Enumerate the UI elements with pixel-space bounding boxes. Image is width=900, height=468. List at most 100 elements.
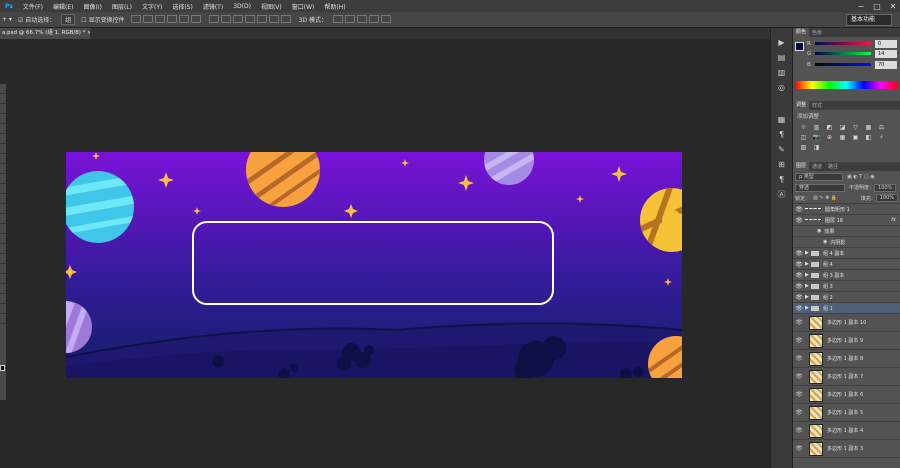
close-button[interactable]: ✕ <box>888 2 898 11</box>
tab-adjustments[interactable]: 调整 <box>793 101 810 110</box>
vibrance-icon[interactable]: ▽ <box>851 124 860 132</box>
visibility-eye-icon[interactable]: 👁 <box>793 305 805 312</box>
group-row[interactable]: 👁 ▶ 组 3 <box>793 281 900 292</box>
menu-3d[interactable]: 3D(D) <box>228 3 256 10</box>
red-value[interactable]: 0 <box>875 39 897 48</box>
visibility-eye-icon[interactable]: 👁 <box>793 206 805 213</box>
blue-slider[interactable] <box>815 63 871 66</box>
menu-select[interactable]: 选择(S) <box>167 2 198 11</box>
3d-scale-icon[interactable] <box>380 14 391 23</box>
exposure-icon[interactable]: ◪ <box>838 124 847 132</box>
tool-button[interactable] <box>0 164 6 174</box>
layer-row[interactable]: 👁 多边形 1 副本 8 <box>793 350 900 368</box>
menu-image[interactable]: 图像(I) <box>79 2 107 11</box>
tool-button[interactable] <box>0 144 6 154</box>
3d-roll-icon[interactable] <box>344 14 355 23</box>
effects-row[interactable]: ◉ 效果 <box>793 226 900 237</box>
menu-layer[interactable]: 图层(L) <box>107 2 137 11</box>
3d-pan-icon[interactable] <box>356 14 367 23</box>
layer-row[interactable]: 👁 多边形 1 副本 3 <box>793 440 900 458</box>
inner-shadow-eye-icon[interactable]: ◉ <box>823 239 827 245</box>
filter-icons[interactable]: ▣ ◐ T ▢ ◉ <box>847 174 875 180</box>
workspace-dropdown[interactable]: 基本功能 <box>846 14 892 26</box>
tool-button[interactable] <box>0 104 6 114</box>
tab-paths[interactable]: 路径 <box>825 163 841 170</box>
distribute-icon[interactable] <box>256 14 267 23</box>
layer-row[interactable]: 👁 多边形 1 副本 5 <box>793 404 900 422</box>
distribute-icon[interactable] <box>220 14 231 23</box>
tool-button[interactable] <box>0 304 6 314</box>
tool-button[interactable] <box>0 254 6 264</box>
tool-button[interactable] <box>0 204 6 214</box>
tool-button[interactable] <box>0 234 6 244</box>
layer-row[interactable]: 👁 多边形 1 副本 4 <box>793 422 900 440</box>
opacity-value[interactable]: 100% <box>874 183 897 192</box>
align-hcenter-icon[interactable] <box>178 14 189 23</box>
visibility-eye-icon[interactable]: 👁 <box>793 355 805 362</box>
menu-filter[interactable]: 滤镜(T) <box>198 2 228 11</box>
fx-badge[interactable]: fx <box>891 217 896 223</box>
visibility-eye-icon[interactable]: 👁 <box>793 261 805 268</box>
inner-shadow-row[interactable]: ◉ 内阴影 <box>793 237 900 248</box>
swatch-icon[interactable]: ▦ <box>775 115 789 125</box>
curves-icon[interactable]: ◩ <box>825 124 834 132</box>
tab-color[interactable]: 颜色 <box>793 28 810 37</box>
visibility-eye-icon[interactable]: 👁 <box>793 445 805 452</box>
invert-icon[interactable]: ▣ <box>851 134 860 142</box>
align-vcenter-icon[interactable] <box>142 14 153 23</box>
layer-row[interactable]: 👁 多边形 1 副本 10 <box>793 314 900 332</box>
color-lookup-icon[interactable]: ▦ <box>838 134 847 142</box>
move-tool-preset[interactable]: + ▾ <box>2 16 12 23</box>
menu-edit[interactable]: 编辑(E) <box>48 2 78 11</box>
visibility-eye-icon[interactable]: 👁 <box>793 319 805 326</box>
color-balance-icon[interactable]: ⚖ <box>877 124 886 132</box>
document-canvas[interactable] <box>66 152 682 378</box>
distribute-icon[interactable] <box>232 14 243 23</box>
paragraph-style-icon[interactable]: ¶ <box>775 175 789 185</box>
green-value[interactable]: 14 <box>875 49 897 58</box>
mode-3d-buttons[interactable] <box>332 14 393 25</box>
fill-value[interactable]: 100% <box>875 194 898 202</box>
group-row[interactable]: 👁 ▶ 组 4 <box>793 259 900 270</box>
history-icon[interactable]: ▤ <box>775 53 789 63</box>
tool-button[interactable] <box>0 224 6 234</box>
menu-window[interactable]: 窗口(W) <box>287 2 320 11</box>
tab-styles[interactable]: 样式 <box>809 102 825 109</box>
clone-source-icon[interactable]: ⊞ <box>775 160 789 170</box>
tool-button[interactable] <box>0 94 6 104</box>
group-row[interactable]: 👁 ▶ 组 4 副本 <box>793 248 900 259</box>
tool-button[interactable] <box>0 134 6 144</box>
threshold-icon[interactable]: ⚡ <box>877 134 886 142</box>
black-white-icon[interactable]: ◫ <box>799 134 808 142</box>
visibility-eye-icon[interactable]: 👁 <box>793 250 805 257</box>
foreground-swatch[interactable] <box>0 365 5 371</box>
visibility-eye-icon[interactable]: 👁 <box>793 373 805 380</box>
tool-button[interactable] <box>0 194 6 204</box>
tool-button[interactable] <box>0 174 6 184</box>
paragraph-icon[interactable]: ¶ <box>775 130 789 140</box>
auto-select-checkbox[interactable]: ☑ 自动选择： <box>18 15 55 24</box>
tool-button[interactable] <box>0 274 6 284</box>
fg-color-swatch[interactable] <box>795 42 804 51</box>
align-top-icon[interactable] <box>130 14 141 23</box>
brightness-icon[interactable]: ☼ <box>799 124 808 132</box>
layer-row[interactable]: 👁 圆角矩形 1 <box>793 204 900 215</box>
layer-row[interactable]: 👁 图层 18 fx <box>793 215 900 226</box>
levels-icon[interactable]: ▥ <box>812 124 821 132</box>
layer-row[interactable]: 👁 多边形 1 副本 7 <box>793 368 900 386</box>
layer-filter-dropdown[interactable]: ρ 类型 <box>795 172 843 181</box>
tool-button[interactable] <box>0 154 6 164</box>
menu-help[interactable]: 帮助(H) <box>319 2 350 11</box>
brush-icon[interactable]: ✎ <box>775 145 789 155</box>
green-slider[interactable] <box>815 52 871 55</box>
play-icon[interactable]: ▶ <box>775 38 789 48</box>
lock-icons[interactable]: ▨ ✎ ✥ 🔒 <box>813 195 837 201</box>
menu-file[interactable]: 文件(F) <box>18 2 48 11</box>
align-right-icon[interactable] <box>190 14 201 23</box>
tab-channels[interactable]: 通道 <box>809 163 825 170</box>
layer-row[interactable]: 👁 多边形 1 副本 6 <box>793 386 900 404</box>
visibility-eye-icon[interactable]: 👁 <box>793 283 805 290</box>
color-spectrum-bar[interactable] <box>795 81 898 89</box>
navigator-icon[interactable]: ◎ <box>775 83 789 93</box>
distribute-icon[interactable] <box>244 14 255 23</box>
